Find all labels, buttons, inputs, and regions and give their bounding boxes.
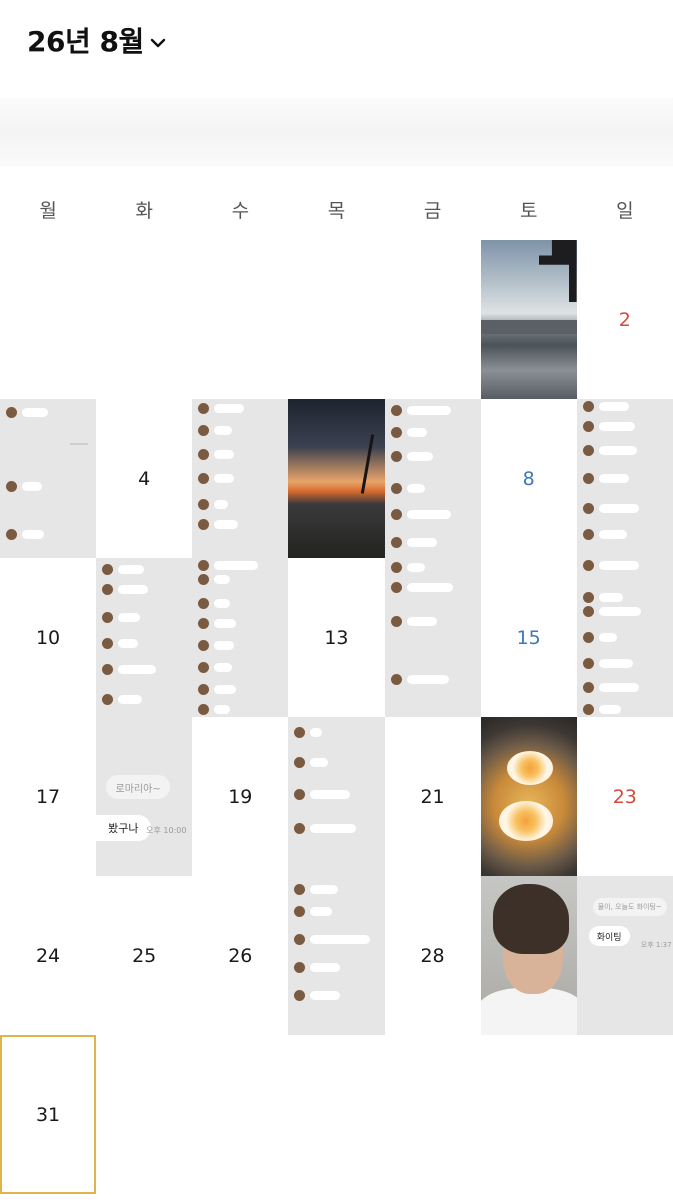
day-cell-photo[interactable]: [288, 399, 385, 558]
day-cell[interactable]: 25: [96, 876, 192, 1035]
calendar-week: 24 25 26 28 물이, 오늘도 화이팅~ 화이팅 오후 1:37: [0, 876, 673, 1035]
day-cell[interactable]: 13: [288, 558, 384, 717]
ramen-photo-thumbnail: [480, 717, 577, 876]
day-cell[interactable]: 26: [192, 876, 288, 1035]
chat-screenshot-thumbnail: [96, 558, 193, 717]
chat-time: 오후 1:37: [640, 941, 672, 949]
day-cell[interactable]: 28: [385, 876, 481, 1035]
calendar-empty-cell: [0, 240, 96, 399]
weekday-label: 월: [39, 200, 57, 222]
chevron-down-icon: [150, 38, 165, 48]
banner-area: [0, 98, 673, 166]
chat-screenshot-thumbnail: 로마리아~ 봤구나 오후 10:00: [96, 717, 193, 876]
river-photo-thumbnail: [480, 240, 577, 399]
day-number: 2: [618, 308, 631, 331]
calendar-week: 4 8: [0, 399, 673, 558]
chat-screenshot-thumbnail: [192, 558, 289, 717]
month-title: 26년 8월: [27, 25, 144, 58]
day-cell-chat[interactable]: [192, 399, 289, 558]
day-cell-chat[interactable]: 로마리아~ 봤구나 오후 10:00: [96, 717, 193, 876]
calendar-week: 2: [0, 240, 673, 399]
calendar-empty-cell: [288, 240, 384, 399]
day-cell-chat[interactable]: 물이, 오늘도 화이팅~ 화이팅 오후 1:37: [576, 876, 673, 1035]
day-cell-photo[interactable]: [480, 876, 577, 1035]
day-number: 31: [35, 1103, 61, 1126]
day-cell[interactable]: 15: [481, 558, 577, 717]
day-number: 10: [35, 626, 61, 649]
chat-screenshot-thumbnail: [288, 876, 385, 1035]
day-cell-chat[interactable]: [576, 399, 673, 558]
calendar-empty-cell: [192, 240, 288, 399]
day-cell-chat[interactable]: [0, 399, 97, 558]
chat-bubble-reply: 봤구나: [96, 815, 151, 841]
chat-screenshot-thumbnail: [192, 399, 289, 558]
day-cell-photo[interactable]: [480, 240, 577, 399]
month-selector[interactable]: 26년 8월: [27, 20, 166, 60]
sunset-photo-thumbnail: [288, 399, 385, 558]
day-cell[interactable]: 4: [96, 399, 192, 558]
day-number: 8: [522, 467, 535, 490]
day-number: 4: [138, 467, 151, 490]
day-cell[interactable]: 10: [0, 558, 96, 717]
calendar-empty-cell: [385, 240, 481, 399]
day-cell[interactable]: 19: [192, 717, 288, 876]
day-cell-chat[interactable]: [288, 717, 385, 876]
weekday-label: 수: [231, 200, 250, 222]
day-number: 15: [516, 626, 541, 649]
chat-screenshot-thumbnail: [0, 399, 97, 558]
day-number: 13: [324, 626, 349, 649]
calendar-grid: 2 4 8 10 13 15 17 로마리아~ 봤구나 오후 10:00 19 …: [0, 240, 673, 1194]
calendar-empty-cell: [96, 240, 192, 399]
day-cell-chat[interactable]: [384, 558, 481, 717]
weekday-header: 월 화 수 목 금 토 일: [0, 196, 673, 224]
day-cell[interactable]: 24: [0, 876, 96, 1035]
day-cell-chat[interactable]: [576, 558, 673, 717]
day-number: 21: [420, 785, 445, 808]
day-number: 24: [35, 944, 61, 967]
weekday-label: 금: [423, 200, 442, 222]
chat-time: 오후 10:00: [146, 826, 187, 835]
day-cell[interactable]: 21: [385, 717, 481, 876]
chat-bubble-received: 물이, 오늘도 화이팅~: [592, 898, 667, 916]
day-cell-chat[interactable]: [96, 558, 193, 717]
day-number: 28: [420, 944, 445, 967]
weekday-label: 화: [135, 200, 153, 222]
calendar-week: 10 13 15: [0, 558, 673, 717]
day-number: 19: [228, 785, 253, 808]
chat-screenshot-thumbnail: [384, 399, 481, 558]
chat-screenshot-thumbnail: [576, 558, 673, 717]
calendar-week: 17 로마리아~ 봤구나 오후 10:00 19 21 23: [0, 717, 673, 876]
day-number: 23: [612, 785, 637, 808]
day-cell-photo[interactable]: [480, 717, 577, 876]
chat-bubble-received: 로마리아~: [106, 775, 171, 799]
day-cell[interactable]: 23: [577, 717, 673, 876]
portrait-photo-thumbnail: [480, 876, 577, 1035]
weekday-label: 일: [616, 200, 634, 222]
chat-screenshot-thumbnail: [384, 558, 481, 717]
day-cell[interactable]: 2: [577, 240, 673, 399]
chat-bubble-reply: 화이팅: [588, 926, 630, 946]
day-cell[interactable]: 8: [481, 399, 577, 558]
chat-screenshot-thumbnail: [288, 717, 385, 876]
day-cell-chat[interactable]: [192, 558, 289, 717]
day-number: 17: [35, 785, 61, 808]
day-number: 25: [132, 944, 157, 967]
day-cell-today[interactable]: 31: [0, 1035, 97, 1194]
day-cell-chat[interactable]: [288, 876, 385, 1035]
weekday-label: 목: [327, 200, 346, 222]
day-cell-chat[interactable]: [384, 399, 481, 558]
chat-screenshot-thumbnail: [576, 399, 673, 558]
day-number: 26: [228, 944, 253, 967]
calendar-week: 31: [0, 1035, 673, 1194]
weekday-label: 토: [520, 200, 538, 222]
day-cell[interactable]: 17: [0, 717, 96, 876]
chat-screenshot-thumbnail: 물이, 오늘도 화이팅~ 화이팅 오후 1:37: [576, 876, 673, 1035]
